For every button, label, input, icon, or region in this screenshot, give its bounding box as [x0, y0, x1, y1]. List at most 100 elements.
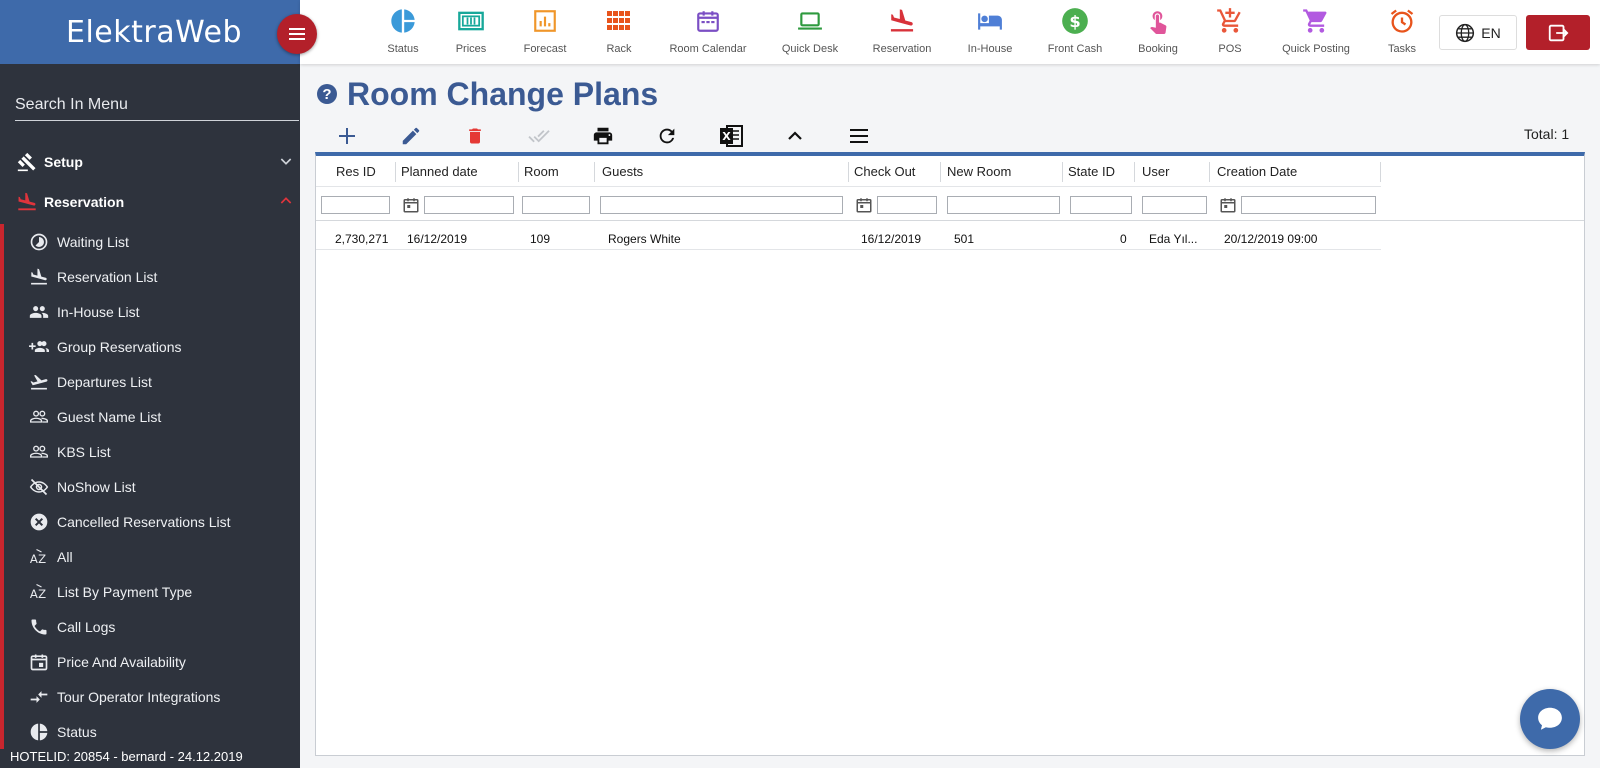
- sidebar-item-reservation-list[interactable]: Reservation List: [4, 259, 300, 294]
- people-outline-icon: [28, 441, 50, 463]
- column-header-user[interactable]: User: [1142, 164, 1169, 179]
- sidebar-item-label: KBS List: [57, 443, 111, 460]
- column-header-res-id[interactable]: Res ID: [336, 164, 376, 179]
- filter-check-out-input[interactable]: [877, 196, 937, 214]
- hamburger-menu-button[interactable]: [277, 14, 317, 54]
- visibility-off-icon: [28, 476, 50, 498]
- sidebar-item-tour-operator-integrations[interactable]: Tour Operator Integrations: [4, 679, 300, 714]
- filter-divider: [316, 220, 1584, 221]
- sidebar-item-call-logs[interactable]: Call Logs: [4, 609, 300, 644]
- topbar-in-house[interactable]: In-House: [945, 6, 1035, 55]
- sidebar-item-cancelled-reservations-list[interactable]: Cancelled Reservations List: [4, 504, 300, 539]
- export-excel-button[interactable]: X: [718, 123, 744, 149]
- sidebar-item-guest-name-list[interactable]: Guest Name List: [4, 399, 300, 434]
- add-icon: [339, 128, 355, 144]
- topbar-label: In-House: [967, 43, 1013, 55]
- calendar-icon[interactable]: [401, 194, 421, 216]
- topbar-room-calendar[interactable]: Room Calendar: [663, 6, 753, 55]
- column-header-planned-date[interactable]: Planned date: [401, 164, 478, 179]
- column-header-state-id[interactable]: State ID: [1068, 164, 1115, 179]
- column-divider[interactable]: [518, 162, 519, 182]
- people-outline-icon: [28, 406, 50, 428]
- cell-room: 109: [530, 232, 551, 246]
- topbar-label: Rack: [606, 43, 632, 55]
- logout-icon: [1548, 24, 1569, 41]
- topbar-quick-desk[interactable]: Quick Desk: [765, 6, 855, 55]
- flight-land-icon: [28, 266, 50, 288]
- column-divider[interactable]: [1134, 162, 1135, 182]
- sidebar-item-label: Call Logs: [57, 618, 116, 635]
- sidebar-item-label: Status: [57, 723, 97, 740]
- print-button[interactable]: [590, 123, 616, 149]
- topbar-label: Reservation: [872, 43, 932, 55]
- sidebar-item-group-reservations[interactable]: Group Reservations: [4, 329, 300, 364]
- column-divider[interactable]: [940, 162, 941, 182]
- topbar-reservation[interactable]: Reservation: [857, 6, 947, 55]
- sidebar-item-list-by-payment-type[interactable]: AZ List By Payment Type: [4, 574, 300, 609]
- sidebar-item-waiting-list[interactable]: Waiting List: [4, 224, 300, 259]
- sort-az-icon: AZ: [28, 546, 50, 568]
- chevron-up-icon: [278, 193, 294, 212]
- column-header-room[interactable]: Room: [524, 164, 559, 179]
- svg-text:A: A: [30, 551, 38, 565]
- app-logo[interactable]: ElektraWeb: [66, 15, 242, 50]
- edit-button[interactable]: [398, 123, 424, 149]
- column-header-check-out[interactable]: Check Out: [854, 164, 915, 179]
- gavel-icon: [16, 151, 38, 173]
- topbar-quick-posting[interactable]: Quick Posting: [1271, 6, 1361, 55]
- collapse-button[interactable]: [782, 123, 808, 149]
- svg-text:$: $: [1069, 12, 1080, 31]
- sidebar-item-price-and-availability[interactable]: Price And Availability: [4, 644, 300, 679]
- column-divider[interactable]: [1209, 162, 1210, 182]
- topbar-pos[interactable]: POS: [1185, 6, 1275, 55]
- topbar-tasks[interactable]: Tasks: [1357, 6, 1447, 55]
- sidebar-group-reservation[interactable]: Reservation: [0, 183, 300, 221]
- logout-button[interactable]: [1526, 15, 1590, 50]
- sidebar-item-noshow-list[interactable]: NoShow List: [4, 469, 300, 504]
- people-icon: [28, 301, 50, 323]
- column-menu-button[interactable]: [846, 123, 872, 149]
- sidebar-item-departures-list[interactable]: Departures List: [4, 364, 300, 399]
- filter-planned-date-input[interactable]: [424, 196, 514, 214]
- calendar-icon[interactable]: [1218, 194, 1238, 216]
- topbar-front-cash[interactable]: $ Front Cash: [1030, 6, 1120, 55]
- sidebar-item-all[interactable]: AZ All: [4, 539, 300, 574]
- reservation-submenu: Waiting List Reservation List In-House L…: [0, 224, 300, 749]
- top-toolbar: Status Prices Forecast Rack Room Calenda…: [300, 0, 1600, 64]
- add-button[interactable]: [334, 123, 360, 149]
- chat-button[interactable]: [1520, 689, 1580, 749]
- sidebar-item-status[interactable]: Status: [4, 714, 300, 749]
- cell-check-out: 16/12/2019: [861, 232, 922, 246]
- column-divider[interactable]: [1380, 162, 1381, 182]
- cell-creation-date: 20/12/2019 09:00: [1224, 232, 1318, 246]
- calendar-icon[interactable]: [854, 194, 874, 216]
- column-divider[interactable]: [1062, 162, 1063, 182]
- topbar-rack[interactable]: Rack: [574, 6, 664, 55]
- flight-takeoff-icon: [28, 371, 50, 393]
- filter-res-id-input[interactable]: [321, 196, 390, 214]
- sidebar-item-in-house-list[interactable]: In-House List: [4, 294, 300, 329]
- delete-button[interactable]: [462, 123, 488, 149]
- column-header-creation-date[interactable]: Creation Date: [1217, 164, 1297, 179]
- chevron-up-icon: [788, 131, 802, 140]
- filter-room-input[interactable]: [522, 196, 590, 214]
- column-divider[interactable]: [395, 162, 396, 182]
- column-divider[interactable]: [848, 162, 849, 182]
- filter-guests-input[interactable]: [600, 196, 843, 214]
- refresh-icon: [659, 128, 675, 144]
- column-header-guests[interactable]: Guests: [602, 164, 643, 179]
- filter-user-input[interactable]: [1142, 196, 1207, 214]
- column-divider[interactable]: [594, 162, 595, 182]
- language-button[interactable]: EN: [1439, 15, 1517, 50]
- sidebar-item-kbs-list[interactable]: KBS List: [4, 434, 300, 469]
- filter-new-room-input[interactable]: [947, 196, 1060, 214]
- filter-creation-date-input[interactable]: [1241, 196, 1376, 214]
- topbar-label: POS: [1218, 43, 1242, 55]
- help-icon[interactable]: ?: [317, 84, 337, 104]
- filter-state-id-input[interactable]: [1070, 196, 1132, 214]
- column-header-new-room[interactable]: New Room: [947, 164, 1011, 179]
- refresh-button[interactable]: [654, 123, 680, 149]
- approve-button[interactable]: [526, 123, 552, 149]
- sidebar-group-setup[interactable]: Setup: [0, 143, 300, 181]
- menu-search-input[interactable]: [15, 96, 299, 114]
